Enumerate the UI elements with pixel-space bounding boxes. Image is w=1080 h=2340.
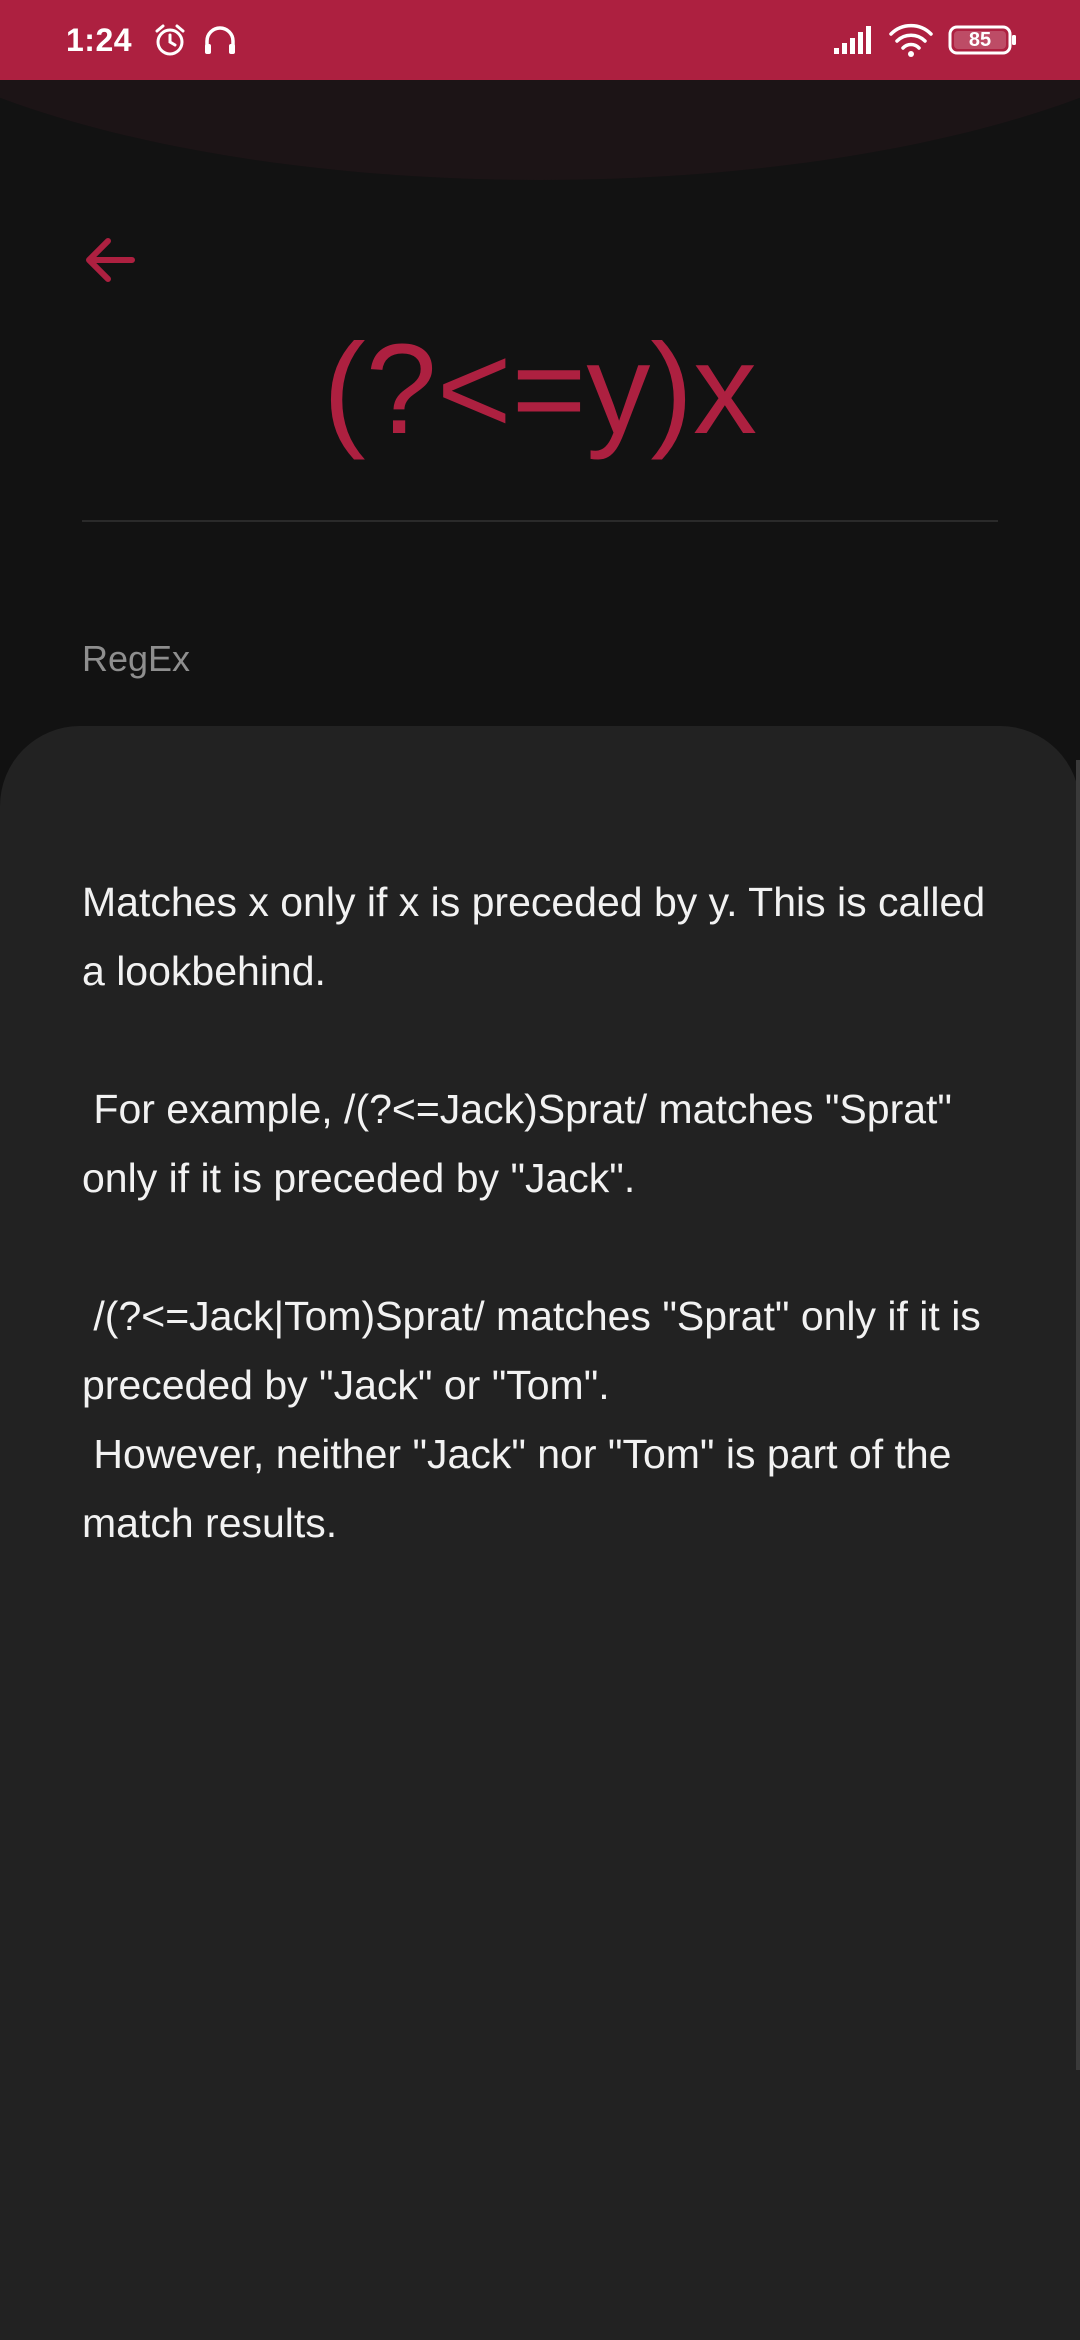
back-button[interactable] [70,220,150,300]
divider [82,520,998,522]
header-decoration [0,80,1080,180]
battery-icon: 85 [948,0,1018,80]
description-text: Matches x only if x is preceded by y. Th… [82,879,986,1546]
status-time: 1:24 [66,22,133,58]
status-bar: 1:24 85 [0,0,1080,80]
signal-icon [832,0,876,80]
scrollbar[interactable] [1076,760,1080,2070]
wifi-icon [888,0,934,80]
headphones-icon [202,0,238,80]
battery-level: 85 [968,28,992,51]
arrow-left-icon [86,238,135,282]
page-title: (?<=y)x [323,318,757,461]
category-label: RegEx [82,638,191,679]
alarm-icon [152,0,188,80]
